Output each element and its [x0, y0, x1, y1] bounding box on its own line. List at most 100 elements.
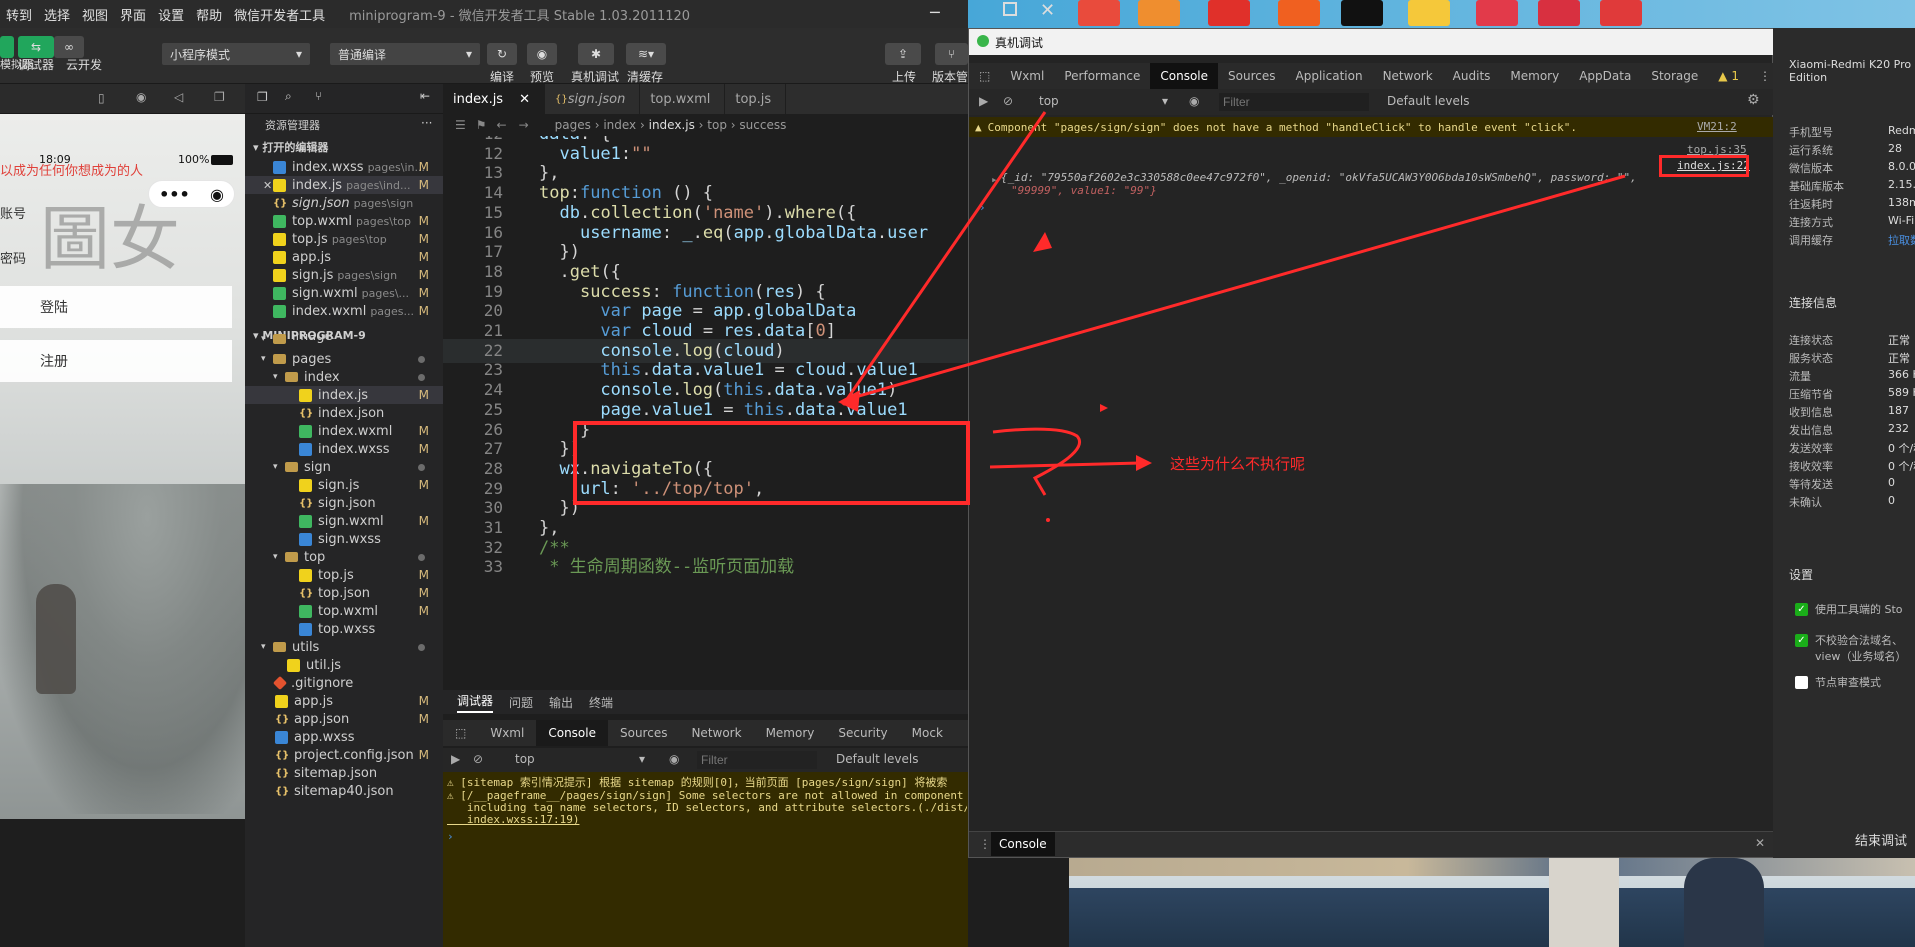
compile-select[interactable]: 普通编译 ▾	[330, 43, 480, 65]
editor-tab[interactable]: {} sign.json	[545, 84, 641, 114]
inspect-icon[interactable]: ⬚	[443, 720, 478, 746]
open-editor-item[interactable]: index.wxml pages... M	[245, 302, 443, 320]
file-item[interactable]: top.wxss	[245, 620, 443, 638]
folder-item[interactable]: ▾ utils	[245, 638, 443, 656]
more-icon[interactable]: ···	[421, 116, 432, 130]
file-item[interactable]: sign.wxss	[245, 530, 443, 548]
menu-item[interactable]: 设置	[158, 5, 184, 24]
file-item[interactable]: index.js M	[245, 386, 443, 404]
filter-input[interactable]	[1219, 93, 1369, 111]
setting-checkbox[interactable]: ✓	[1795, 634, 1808, 647]
file-item[interactable]: sign.wxml M	[245, 512, 443, 530]
app-shortcut-icon[interactable]	[1138, 0, 1180, 26]
menu-item[interactable]: 界面	[120, 5, 146, 24]
cloud-toggle-button[interactable]: ∞	[54, 36, 84, 58]
file-item[interactable]: app.js M	[245, 692, 443, 710]
breadcrumb-item[interactable]: pages	[555, 118, 591, 132]
gear-icon[interactable]: ⚙	[1747, 92, 1760, 108]
warning-count-badge[interactable]: ▲ 1	[1708, 63, 1749, 89]
devtools-tab[interactable]: Console	[1150, 63, 1219, 89]
app-shortcut-icon[interactable]	[1476, 0, 1518, 26]
debugger-tab[interactable]: Memory	[754, 720, 827, 746]
simulator-toggle-button[interactable]	[0, 36, 14, 58]
file-item[interactable]: app.wxss	[245, 728, 443, 746]
clear-cache-button[interactable]: ≋▾	[626, 43, 666, 65]
setting-checkbox[interactable]: ✓	[1795, 603, 1808, 616]
upload-button[interactable]: ⇪	[885, 43, 921, 65]
devtools-tab[interactable]: Application	[1286, 63, 1373, 89]
block-icon[interactable]: ⊘	[1003, 94, 1013, 108]
play-icon[interactable]: ▶	[451, 752, 460, 766]
bottom-tab[interactable]: 终端	[589, 694, 613, 711]
login-button[interactable]: 登陆	[0, 286, 232, 328]
app-shortcut-icon[interactable]	[1341, 0, 1383, 26]
devtools-tab[interactable]: Sources	[1218, 63, 1285, 89]
debugger-tab[interactable]: Wxml	[478, 720, 536, 746]
open-editor-item[interactable]: {} sign.json pages\sign	[245, 194, 443, 212]
eye-icon[interactable]: ◉	[669, 752, 679, 766]
devtools-tab[interactable]: Network	[1373, 63, 1443, 89]
drawer-console-tab[interactable]: Console	[991, 832, 1055, 856]
app-shortcut-icon[interactable]	[1538, 0, 1580, 26]
context-select[interactable]: top	[1039, 94, 1059, 108]
source-control-icon[interactable]: ⑂	[315, 89, 322, 103]
app-shortcut-icon[interactable]	[1278, 0, 1320, 26]
close-icon[interactable]: ✕	[519, 92, 530, 107]
prompt-icon[interactable]: ›	[447, 830, 967, 843]
file-item[interactable]: top.wxml M	[245, 602, 443, 620]
record-icon[interactable]: ◉	[136, 90, 146, 104]
close-icon[interactable]: ✕	[1755, 836, 1765, 850]
info-value[interactable]: 拉取数据	[1888, 232, 1915, 248]
version-button[interactable]: ⑂	[935, 43, 968, 65]
file-item[interactable]: .gitignore	[245, 674, 443, 692]
expand-arrow-icon[interactable]: ▸	[991, 173, 998, 186]
file-item[interactable]: {} project.config.json M	[245, 746, 443, 764]
prompt-icon[interactable]: ›	[979, 201, 986, 214]
file-item[interactable]: {} index.json	[245, 404, 443, 422]
file-item[interactable]: {} sign.json	[245, 494, 443, 512]
folder-item[interactable]: ▾ image	[245, 334, 443, 344]
window-icon[interactable]: ❐	[214, 90, 225, 104]
eye-icon[interactable]: ◉	[1189, 94, 1199, 108]
app-shortcut-icon[interactable]	[1600, 0, 1642, 26]
menu-item[interactable]: 微信开发者工具	[234, 5, 325, 24]
debugger-tab[interactable]: Network	[679, 720, 753, 746]
real-debug-button[interactable]: ✱	[578, 43, 614, 65]
editor-tab[interactable]: top.js	[725, 84, 787, 114]
log-levels-select[interactable]: Default levels	[836, 752, 918, 766]
file-item[interactable]: sign.js M	[245, 476, 443, 494]
more-icon[interactable]: •••	[159, 185, 190, 204]
debugger-tab[interactable]: Console	[536, 720, 608, 746]
search-icon[interactable]: ⌕	[285, 89, 292, 104]
close-icon[interactable]: ✕	[1040, 0, 1055, 21]
close-icon[interactable]: ✕	[263, 179, 272, 192]
menu-item[interactable]: 选择	[44, 5, 70, 24]
editor-tab[interactable]: index.js ✕	[443, 84, 545, 114]
open-editor-item[interactable]: app.js M	[245, 248, 443, 266]
mode-select[interactable]: 小程序模式 ▾	[162, 43, 310, 65]
file-item[interactable]: {} top.json M	[245, 584, 443, 602]
compile-button[interactable]: ↻	[487, 43, 517, 65]
back-icon[interactable]: ←	[497, 118, 507, 132]
open-editor-item[interactable]: index.wxss pages\in... M	[245, 158, 443, 176]
devtools-tab[interactable]: AppData	[1569, 63, 1641, 89]
preview-button[interactable]: ◉	[527, 43, 557, 65]
end-debug-button[interactable]: 结束调试	[1855, 830, 1907, 849]
open-editor-item[interactable]: sign.js pages\sign M	[245, 266, 443, 284]
folder-item[interactable]: ▾ index	[245, 368, 443, 386]
file-item[interactable]: index.wxml M	[245, 422, 443, 440]
forward-icon[interactable]: →	[519, 118, 529, 132]
code-editor[interactable]: 12data: {12 value1:""13},14top:function …	[443, 136, 968, 681]
filter-input[interactable]	[697, 751, 817, 769]
debugger-tab[interactable]: Sources	[608, 720, 679, 746]
editor-tab[interactable]: top.wxml	[640, 84, 726, 114]
folder-item[interactable]: ▾ top	[245, 548, 443, 566]
debugger-tab[interactable]: Mock	[900, 720, 955, 746]
play-icon[interactable]: ▶	[979, 94, 988, 108]
file-item[interactable]: {} sitemap.json	[245, 764, 443, 782]
breadcrumb-item[interactable]: index	[603, 118, 636, 132]
file-item[interactable]: index.wxss M	[245, 440, 443, 458]
files-icon[interactable]: ❐	[257, 90, 268, 104]
setting-checkbox[interactable]	[1795, 676, 1808, 689]
bottom-tab[interactable]: 问题	[509, 694, 533, 711]
